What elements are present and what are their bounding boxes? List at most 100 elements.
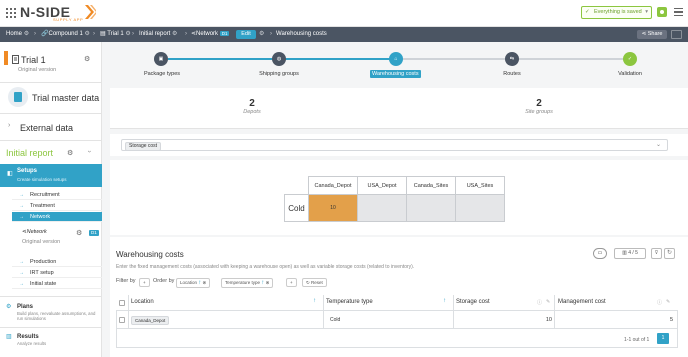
sidebar-item-irt-setup[interactable]: → IRT setup xyxy=(12,268,102,278)
step-shipping-groups-icon[interactable]: ◍ xyxy=(272,52,286,66)
setups-title: Setups xyxy=(17,168,38,174)
management-cost-cell[interactable]: 5 xyxy=(620,317,673,323)
column-header-management-cost[interactable]: Management cost xyxy=(558,299,606,305)
divider xyxy=(0,140,102,141)
heatmap-cell[interactable] xyxy=(455,194,505,222)
gear-icon[interactable]: ⚙ xyxy=(67,149,73,157)
gear-icon[interactable]: ⚙ xyxy=(259,27,264,42)
refresh-icon[interactable]: ↻ xyxy=(664,248,675,259)
order-location-label: Location xyxy=(180,280,198,285)
sidebar-item-treatment[interactable]: → Treatment xyxy=(12,201,102,211)
reset-button[interactable]: ↻ Reset xyxy=(302,278,327,287)
setups-section[interactable]: ◧ Setups Create simulation setups xyxy=(0,164,102,187)
page-button[interactable]: 1 xyxy=(657,333,669,344)
hamburger-menu-icon[interactable] xyxy=(674,8,683,16)
keyboard-icon[interactable]: ▭ xyxy=(593,248,607,259)
breadcrumb-network[interactable]: ⋖Network D1 xyxy=(191,27,230,42)
order-location-chip[interactable]: Location ↑ ⊗ xyxy=(176,278,211,288)
info-icon[interactable]: ⓘ xyxy=(657,299,662,306)
arrow-right-icon: → xyxy=(19,214,24,220)
chevron-right-icon[interactable]: › xyxy=(8,122,10,129)
add-filter-button[interactable]: + xyxy=(139,278,150,287)
heatmap-cell[interactable] xyxy=(406,194,456,222)
save-status-dropdown[interactable]: ✓ Everything is saved ▾ xyxy=(581,6,652,19)
results-title[interactable]: Results xyxy=(17,334,39,340)
initial-report-title[interactable]: Initial report xyxy=(6,148,53,158)
breadcrumb-current: Warehousing costs xyxy=(276,31,327,37)
version-badge: D1 xyxy=(89,230,99,236)
sidebar-item-network[interactable]: → Network xyxy=(12,212,102,222)
breadcrumb-compound-label: Compound 1 xyxy=(48,31,83,37)
step-validation-icon[interactable]: ✓ xyxy=(623,52,637,66)
heatmap-col-header: Canada_Depot xyxy=(308,176,358,195)
step-routes-label[interactable]: Routes xyxy=(472,71,552,77)
trial-master-data-link[interactable]: Trial master data xyxy=(32,93,99,103)
gear-icon: ⚙ xyxy=(23,31,30,37)
network-version-title[interactable]: ⋖Network xyxy=(22,229,47,235)
columns-toggle[interactable]: ▥ 4 / 5 xyxy=(614,248,646,259)
share-button[interactable]: ⋖ Share xyxy=(637,30,667,39)
metric-select[interactable]: Storage cost ⌄ xyxy=(121,139,668,151)
step-shipping-groups-label[interactable]: Shipping groups xyxy=(239,71,319,77)
info-icon[interactable]: ⓘ xyxy=(537,299,542,306)
breadcrumb-report-label: Initial report xyxy=(139,31,171,37)
sidebar-item-initial-state[interactable]: → Initial state xyxy=(12,279,102,289)
sites-count: 2 xyxy=(536,98,542,109)
sidebar-item-recruitment[interactable]: → Recruitment xyxy=(12,190,102,200)
gear-icon[interactable]: ⚙ xyxy=(84,55,90,63)
step-package-types-icon[interactable]: ▣ xyxy=(154,52,168,66)
status-indicator[interactable] xyxy=(657,7,667,17)
breadcrumb-home[interactable]: Home ⚙ xyxy=(6,27,29,42)
add-order-button[interactable]: + xyxy=(286,278,297,287)
chevron-down-icon[interactable]: › xyxy=(86,150,93,152)
breadcrumb-separator: › xyxy=(270,31,272,37)
setups-subtitle: Create simulation setups xyxy=(17,177,67,182)
storage-cost-chip[interactable]: Storage cost xyxy=(125,142,162,151)
heatmap-corner xyxy=(285,177,309,195)
location-cell[interactable]: Canada_Depot xyxy=(131,316,170,325)
expand-icon[interactable] xyxy=(671,30,682,39)
setups-icon: ◧ xyxy=(7,171,13,177)
external-data-link[interactable]: External data xyxy=(20,123,73,133)
step-validation-label[interactable]: Validation xyxy=(590,71,670,77)
app-grid-icon[interactable] xyxy=(6,8,16,18)
filter-icon[interactable]: ⊽ xyxy=(651,248,662,259)
plans-title[interactable]: Plans xyxy=(17,304,33,310)
step-warehousing-costs-icon[interactable]: ⌂ xyxy=(389,52,403,66)
breadcrumb-compound[interactable]: 🔗Compound 1 ⚙ xyxy=(41,27,90,42)
gear-icon[interactable]: ⚙ xyxy=(76,229,82,237)
arrow-right-icon: → xyxy=(19,203,24,209)
row-checkbox[interactable] xyxy=(119,317,125,323)
storage-cost-cell[interactable]: 10 xyxy=(500,317,552,323)
section-description: Enter the fixed management costs (associ… xyxy=(116,264,415,270)
breadcrumb-trial-label: Trial 1 xyxy=(107,31,124,37)
breadcrumb-report[interactable]: Initial report ⚙ xyxy=(139,27,177,42)
heatmap-cell[interactable]: 10 xyxy=(308,194,358,222)
column-header-temperature[interactable]: Temperature type xyxy=(326,299,373,305)
select-all-checkbox[interactable] xyxy=(119,300,125,306)
order-temperature-label: Temperature type xyxy=(225,280,261,285)
column-header-location[interactable]: Location xyxy=(131,299,154,305)
step-package-types-label[interactable]: Package types xyxy=(122,71,202,77)
sidebar-item-production[interactable]: → Production xyxy=(12,257,102,267)
column-header-storage-cost[interactable]: Storage cost xyxy=(456,299,490,305)
order-temperature-chip[interactable]: Temperature type ↑ ⊗ xyxy=(221,278,274,288)
sidebar-item-label: Treatment xyxy=(30,203,55,209)
refresh-icon: ↻ xyxy=(306,280,310,285)
step-warehousing-costs-label[interactable]: Warehousing costs xyxy=(370,70,421,78)
heatmap-cell[interactable] xyxy=(357,194,407,222)
edit-column-icon[interactable]: ✎ xyxy=(546,299,550,305)
edit-button[interactable]: Edit xyxy=(236,30,256,39)
close-icon: ⊗ xyxy=(202,280,207,285)
app-logo-subtitle: SUPPLY APP xyxy=(53,17,84,22)
sort-asc-icon[interactable]: ↑ xyxy=(313,298,316,304)
reset-label: Reset xyxy=(311,280,323,285)
edit-column-icon[interactable]: ✎ xyxy=(666,299,670,305)
breadcrumb-trial[interactable]: ▤ Trial 1 ⚙ xyxy=(100,27,131,42)
sort-asc-icon[interactable]: ↑ xyxy=(443,298,446,304)
temperature-cell: Cold xyxy=(330,317,341,323)
chevron-down-icon[interactable]: ⌄ xyxy=(656,141,661,148)
step-routes-icon[interactable]: ⇆ xyxy=(505,52,519,66)
version-badge: D1 xyxy=(219,31,230,36)
trial-title[interactable]: Trial 1 xyxy=(21,55,46,65)
